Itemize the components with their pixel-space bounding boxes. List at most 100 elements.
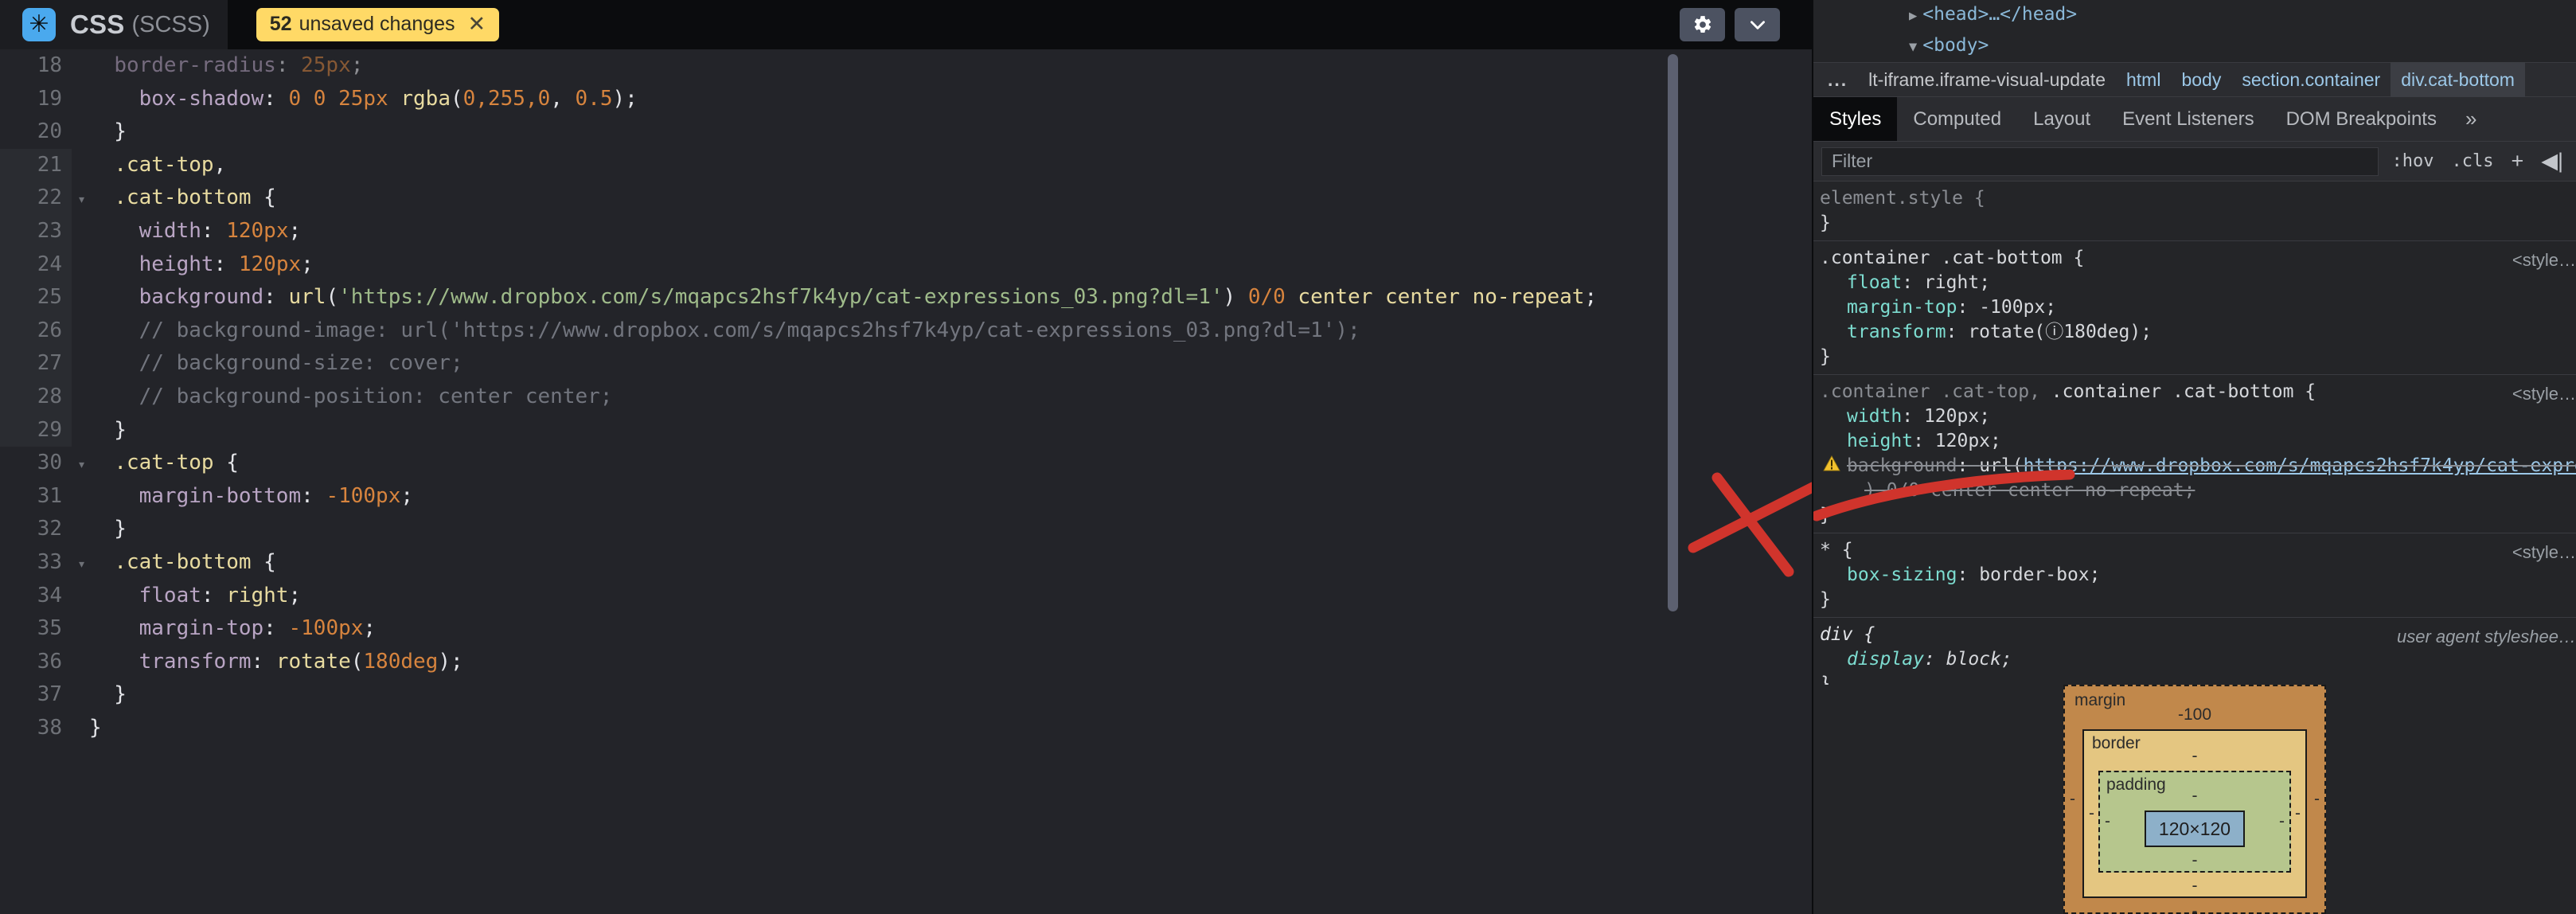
code-line-text[interactable]: .cat-bottom { xyxy=(72,546,276,580)
tabs-more-icon[interactable]: » xyxy=(2453,97,2489,141)
style-rule-3[interactable]: <style… * {box-sizing: border-box;} xyxy=(1813,533,2576,618)
css-property-name[interactable]: height xyxy=(1847,431,1913,451)
breadcrumb-item-0[interactable]: lt-iframe.iframe-visual-update xyxy=(1858,62,2116,97)
box-model-margin-left[interactable]: - xyxy=(2070,790,2075,809)
code-line-text[interactable]: } xyxy=(72,678,127,712)
code-line-text[interactable]: height: 120px; xyxy=(72,248,314,282)
style-rule-origin[interactable]: user agent styleshee… xyxy=(2397,624,2576,649)
dom-tree-snippet[interactable]: ▶ <head>…</head> ▼ <body> xyxy=(1813,0,2576,62)
dom-tree-row[interactable]: ▶ <head>…</head> xyxy=(1829,0,2576,31)
code-line-text[interactable]: border-radius: 25px; xyxy=(72,49,363,83)
code-line[interactable]: 20 } xyxy=(0,115,1812,149)
code-line[interactable]: 23 width: 120px; xyxy=(0,214,1812,248)
code-line[interactable]: 28 // background-position: center center… xyxy=(0,380,1812,414)
expand-arrow-icon[interactable]: ▶ xyxy=(1909,2,1917,31)
css-property-value[interactable]: url( xyxy=(1979,455,2023,476)
breadcrumb-item-2[interactable]: body xyxy=(2171,62,2231,97)
box-model-border-bottom[interactable]: - xyxy=(2098,876,2291,896)
box-model-margin-bottom[interactable]: - xyxy=(2082,901,2307,914)
style-rule-1[interactable]: <style… .container .cat-bottom {float: ri… xyxy=(1813,241,2576,375)
code-line-text[interactable]: float: right; xyxy=(72,580,302,613)
code-line-text[interactable]: margin-top: -100px; xyxy=(72,612,376,646)
tab-styles[interactable]: Styles xyxy=(1813,97,1898,141)
fold-arrow-icon[interactable]: ▾ xyxy=(77,448,86,482)
box-model-content[interactable]: 120×120 xyxy=(2145,810,2245,847)
box-model-padding-bottom[interactable]: - xyxy=(2113,850,2277,871)
css-declaration-0[interactable]: box-sizing: border-box; xyxy=(1820,563,2576,588)
css-property-name[interactable]: margin-top xyxy=(1847,297,1957,318)
style-rule-2[interactable]: <style… .container .cat-top, .container .… xyxy=(1813,375,2576,533)
tab-dom-breakpoints[interactable]: DOM Breakpoints xyxy=(2270,97,2453,141)
box-model-padding-left[interactable]: - xyxy=(2105,812,2110,831)
code-line[interactable]: 30 ▾ .cat-top { xyxy=(0,447,1812,480)
css-declaration-1[interactable]: margin-top: -100px; xyxy=(1820,295,2576,320)
css-declaration-1[interactable]: height: 120px; xyxy=(1820,429,2576,454)
css-declaration-2[interactable]: background: url(https://www.dropbox.com/… xyxy=(1820,454,2576,478)
code-line[interactable]: 19 box-shadow: 0 0 25px rgba(0,255,0, 0.… xyxy=(0,82,1812,116)
settings-button[interactable] xyxy=(1680,8,1725,41)
code-line[interactable]: 21 .cat-top, xyxy=(0,148,1812,182)
code-line-text[interactable]: .cat-bottom { xyxy=(72,182,276,215)
code-line-text[interactable]: margin-bottom: -100px; xyxy=(72,480,413,514)
style-rule-origin[interactable]: <style… xyxy=(2512,248,2576,272)
hover-state-button[interactable]: :hov xyxy=(2387,151,2438,171)
css-property-value[interactable]: -100px; xyxy=(1979,297,2056,318)
css-declaration-0[interactable]: display: block; xyxy=(1820,647,2576,672)
code-line[interactable]: 37 } xyxy=(0,678,1812,712)
css-property-value[interactable]: rotate(ⓘ180deg); xyxy=(1968,322,2152,342)
code-line[interactable]: 18 border-radius: 25px; xyxy=(0,49,1812,83)
code-editor[interactable]: 18 border-radius: 25px; 19 box-shadow: 0 … xyxy=(0,49,1812,914)
code-line-text[interactable]: // background-position: center center; xyxy=(72,381,613,414)
style-rule-selector[interactable]: element.style { xyxy=(1820,186,2576,211)
code-line-text[interactable]: // background-size: cover; xyxy=(72,347,463,381)
css-value-link[interactable]: https://www.dropbox.com/s/mqapcs2hsf7k4y… xyxy=(2024,455,2576,476)
style-rule-selector[interactable]: * { xyxy=(1820,538,2576,563)
css-property-name[interactable]: float xyxy=(1847,272,1902,293)
code-line-text[interactable]: .cat-top { xyxy=(72,447,239,480)
css-property-name[interactable]: width xyxy=(1847,406,1902,427)
css-property-name[interactable]: box-sizing xyxy=(1847,564,1957,585)
code-line[interactable]: 31 margin-bottom: -100px; xyxy=(0,479,1812,514)
code-line[interactable]: 27 // background-size: cover; xyxy=(0,347,1812,381)
style-rule-selector[interactable]: .container .cat-bottom { xyxy=(1820,246,2576,271)
css-property-value[interactable]: border-box; xyxy=(1979,564,2100,585)
filter-input[interactable]: Filter xyxy=(1821,146,2379,176)
code-line[interactable]: 22 ▾ .cat-bottom { xyxy=(0,182,1812,215)
css-declaration-tail[interactable]: ) 0/0 center center no-repeat; xyxy=(1820,478,2576,503)
tab-computed[interactable]: Computed xyxy=(1897,97,2017,141)
class-toggle-button[interactable]: .cls xyxy=(2446,151,2498,171)
code-line-text[interactable]: box-shadow: 0 0 25px rgba(0,255,0, 0.5); xyxy=(72,83,638,116)
code-line-text[interactable]: } xyxy=(72,513,127,546)
editor-scrollbar[interactable] xyxy=(1668,54,1678,611)
css-property-name[interactable]: display xyxy=(1847,649,1924,670)
new-style-rule-button[interactable]: + xyxy=(2506,149,2528,174)
css-property-value[interactable]: 120px; xyxy=(1935,431,2001,451)
code-line[interactable]: 26 // background-image: url('https://www… xyxy=(0,314,1812,348)
box-model-padding[interactable]: padding - - - 120×120 - xyxy=(2098,771,2291,873)
computed-sidebar-toggle[interactable]: ◀| xyxy=(2536,149,2568,174)
code-line[interactable]: 36 transform: rotate(180deg); xyxy=(0,645,1812,679)
code-line[interactable]: 34 float: right; xyxy=(0,579,1812,613)
code-line-text[interactable]: width: 120px; xyxy=(72,215,302,248)
dom-tree-row[interactable]: ▼ <body> xyxy=(1829,31,2576,62)
box-model-border-left[interactable]: - xyxy=(2089,804,2094,823)
breadcrumb-item-1[interactable]: html xyxy=(2116,62,2171,97)
css-property-value[interactable]: right; xyxy=(1924,272,1990,293)
fold-arrow-icon[interactable]: ▾ xyxy=(77,183,86,217)
fold-arrow-icon[interactable]: ▾ xyxy=(77,548,86,581)
css-property-value[interactable]: 120px; xyxy=(1924,406,1990,427)
code-line[interactable]: 33 ▾ .cat-bottom { xyxy=(0,545,1812,581)
box-model-border[interactable]: border - - - padding - - - 120×120 - - xyxy=(2082,729,2307,898)
css-property-value[interactable]: block; xyxy=(1946,649,2012,670)
box-model-padding-right[interactable]: - xyxy=(2279,812,2285,831)
code-line[interactable]: 24 height: 120px; xyxy=(0,248,1812,282)
code-line[interactable]: 32 } xyxy=(0,513,1812,546)
css-declaration-0[interactable]: width: 120px; xyxy=(1820,404,2576,429)
breadcrumb-overflow-icon[interactable]: ... xyxy=(1813,62,1858,97)
code-line-text[interactable]: .cat-top, xyxy=(72,149,226,182)
code-line-text[interactable]: // background-image: url('https://www.dr… xyxy=(72,314,1360,348)
collapse-button[interactable] xyxy=(1735,8,1780,41)
breadcrumb-item-3[interactable]: section.container xyxy=(2231,62,2391,97)
code-line-text[interactable]: } xyxy=(72,414,127,447)
css-property-name[interactable]: background xyxy=(1847,455,1957,476)
